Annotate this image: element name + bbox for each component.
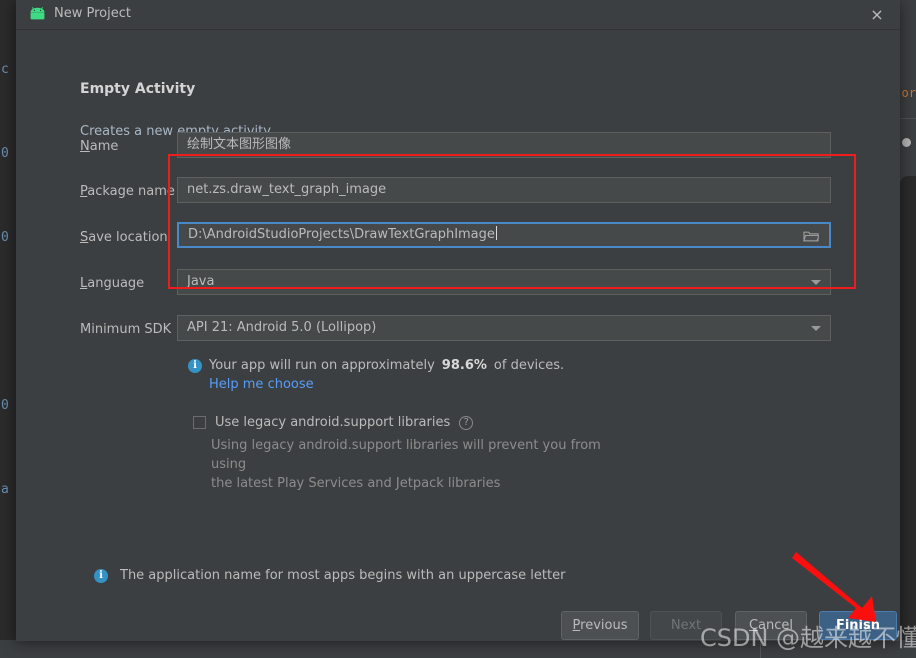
package-name-label-rest: ackage name	[87, 184, 175, 199]
chevron-down-icon	[811, 326, 821, 331]
language-label: Language	[80, 276, 144, 291]
validation-notice: i The application name for most apps beg…	[94, 568, 565, 583]
validation-notice-text: The application name for most apps begin…	[120, 568, 566, 583]
editor-code-fragment: or	[901, 86, 916, 100]
minimum-sdk-dropdown[interactable]: API 21: Android 5.0 (Lollipop)	[177, 315, 831, 341]
folder-icon[interactable]	[803, 229, 820, 243]
legacy-libraries-label: Use legacy android.support libraries	[215, 415, 451, 430]
new-project-dialog: New Project × Empty Activity Creates a n…	[16, 0, 900, 641]
template-heading: Empty Activity	[80, 81, 196, 97]
language-dropdown[interactable]: Java	[177, 269, 831, 295]
editor-divider	[900, 118, 916, 119]
name-label-rest: ame	[89, 139, 119, 154]
language-value: Java	[187, 274, 215, 289]
legacy-libraries-checkbox[interactable]	[193, 416, 206, 429]
legacy-libraries-row[interactable]: Use legacy android.support libraries ?	[193, 415, 474, 430]
minimum-sdk-value: API 21: Android 5.0 (Lollipop)	[187, 320, 377, 335]
status-bar-divider	[760, 640, 761, 658]
save-location-input[interactable]: D:\AndroidStudioProjects\DrawTextGraphIm…	[177, 222, 831, 248]
dialog-title-bar: New Project ×	[16, 0, 900, 30]
editor-marker-dot	[902, 138, 911, 147]
save-location-label: Save location	[80, 230, 168, 245]
editor-gutter: c 0 0 0 a ∕ s ( 值 言 · 言 · 言 ·	[0, 0, 16, 658]
devices-text-before: Your app will run on approximately	[209, 358, 435, 373]
previous-button-mnemonic: P	[572, 618, 581, 633]
close-icon[interactable]: ×	[866, 4, 888, 26]
help-me-choose-link[interactable]: Help me choose	[209, 377, 314, 392]
save-location-label-rest: ave location	[88, 230, 168, 245]
previous-button[interactable]: Previous	[561, 611, 639, 640]
dialog-body: Empty Activity Creates a new empty activ…	[16, 30, 900, 641]
previous-button-rest: revious	[580, 618, 628, 633]
editor-right-strip: or	[900, 0, 916, 658]
language-label-rest: anguage	[87, 276, 145, 291]
package-name-input[interactable]: net.zs.draw_text_graph_image	[177, 177, 831, 203]
android-robot-icon	[29, 7, 46, 22]
save-location-value: D:\AndroidStudioProjects\DrawTextGraphIm…	[188, 227, 495, 242]
ide-status-bar	[0, 640, 916, 658]
editor-panel	[900, 176, 916, 658]
dialog-button-bar: Previous Next Cancel Finish	[16, 611, 900, 641]
finish-button[interactable]: Finish	[819, 611, 897, 640]
cancel-button-mnemonic: C	[748, 618, 759, 633]
minimum-sdk-label-rest: Minimum SDK	[80, 322, 172, 337]
package-name-label: Package name	[80, 184, 175, 199]
minimum-sdk-label: Minimum SDK	[80, 322, 171, 337]
name-input[interactable]: 绘制文本图形图像	[177, 132, 831, 158]
name-label-mnemonic: N	[80, 139, 90, 154]
text-caret	[495, 226, 497, 240]
devices-percent: 98.6%	[441, 358, 487, 373]
cancel-button-rest: ancel	[758, 618, 794, 633]
name-label: Name	[80, 139, 118, 154]
cancel-button[interactable]: Cancel	[735, 611, 807, 640]
legacy-libraries-description: Using legacy android.support libraries w…	[211, 436, 631, 493]
dialog-title: New Project	[54, 6, 131, 21]
chevron-down-icon	[811, 280, 821, 285]
info-icon: i	[188, 358, 202, 373]
info-icon: i	[94, 568, 108, 583]
question-mark-icon[interactable]: ?	[459, 415, 474, 430]
devices-coverage-info: i Your app will run on approximately 98.…	[188, 358, 564, 373]
legacy-description-line2: the latest Play Services and Jetpack lib…	[211, 476, 501, 491]
devices-text-after: of devices.	[493, 358, 565, 373]
legacy-description-line1: Using legacy android.support libraries w…	[211, 438, 601, 472]
next-button: Next	[650, 611, 722, 640]
